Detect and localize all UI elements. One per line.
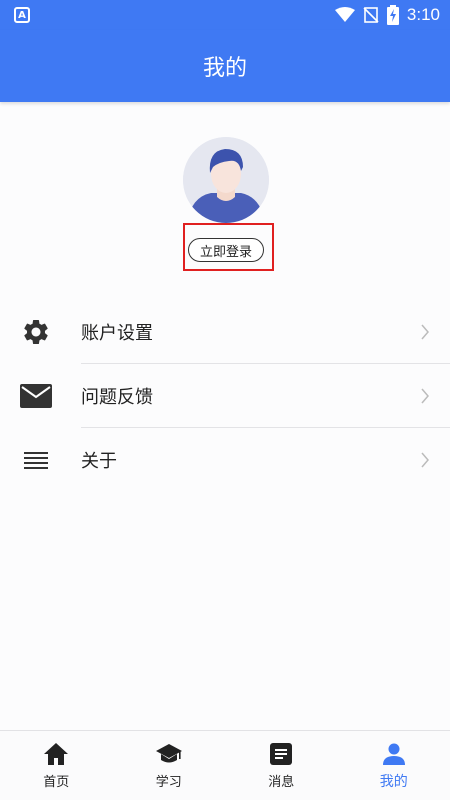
status-time: 3:10	[406, 5, 440, 24]
menu-item-label: 账户设置	[81, 323, 153, 344]
nav-item-home[interactable]: 首页	[0, 731, 113, 800]
nav-item-study[interactable]: 学习	[113, 731, 226, 800]
bottom-navigation: 首页 学习 消息 我的	[0, 730, 450, 800]
nav-label: 首页	[43, 775, 70, 790]
chevron-right-icon	[421, 452, 429, 468]
status-icons: 3:10	[334, 4, 440, 26]
envelope-icon	[20, 380, 52, 412]
nav-item-mine[interactable]: 我的	[338, 731, 450, 800]
menu-item-feedback[interactable]: 问题反馈	[0, 364, 450, 428]
menu-item-label: 问题反馈	[81, 387, 153, 408]
menu-item-about[interactable]: 关于	[0, 428, 450, 492]
default-user-avatar-icon	[183, 137, 269, 223]
document-icon	[268, 741, 294, 767]
menu-item-label: 关于	[81, 451, 117, 472]
app-notification-icon: A	[14, 7, 30, 23]
nav-label: 学习	[155, 775, 182, 790]
settings-menu: 账户设置 问题反馈 关于	[0, 300, 450, 492]
chevron-right-icon	[421, 324, 429, 340]
highlight-box	[183, 223, 274, 271]
chevron-right-icon	[421, 388, 429, 404]
status-bar: A 3:10	[0, 0, 450, 30]
app-bar: 我的	[0, 30, 450, 102]
person-icon	[381, 741, 407, 767]
nav-item-messages[interactable]: 消息	[225, 731, 338, 800]
avatar[interactable]	[183, 137, 269, 223]
nav-label: 消息	[268, 775, 295, 790]
graduation-cap-icon	[155, 741, 182, 767]
gear-icon	[20, 316, 52, 348]
home-icon	[43, 741, 69, 767]
menu-item-account-settings[interactable]: 账户设置	[0, 300, 450, 364]
wifi-icon	[334, 7, 355, 22]
nav-label: 我的	[379, 773, 408, 790]
menu-lines-icon	[20, 444, 52, 476]
battery-charging-icon	[386, 5, 399, 25]
page-title: 我的	[202, 56, 247, 81]
no-signal-icon	[363, 7, 379, 23]
